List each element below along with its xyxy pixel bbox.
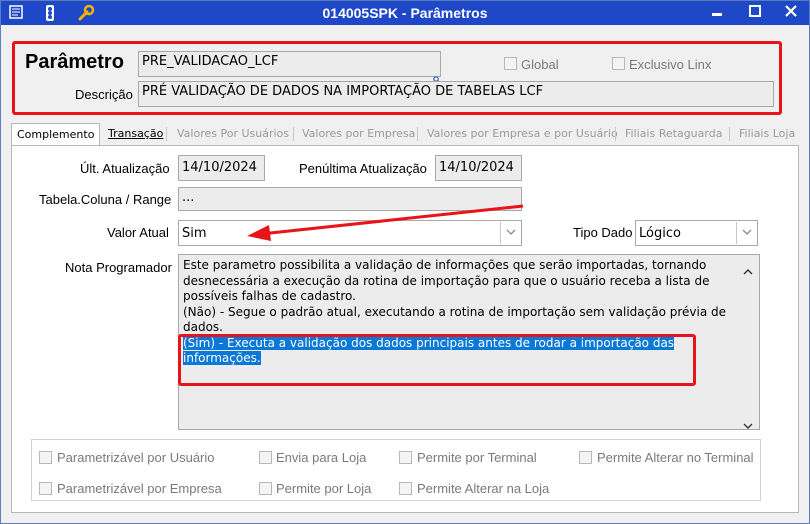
valor-atual-value: Sim [182,226,207,241]
tab-strip: Complemento Transação Valores Por Usuári… [11,123,801,146]
ult-atualizacao-field[interactable]: 14/10/2024 [178,155,265,181]
penultima-atualizacao-label: Penúltima Atualização [299,161,427,176]
header-annotation-box [12,41,782,115]
parametros-window: 014005SPK - Parâmetros Parâmetro PRE_VAL… [0,0,810,524]
permite-por-terminal-checkbox[interactable] [399,451,412,464]
tab-separator [417,127,418,141]
scroll-down-icon[interactable] [743,415,753,429]
tipo-dado-value: Lógico [639,226,681,241]
nota-programador-label: Nota Programador [65,260,172,275]
tab-filiais-loja[interactable]: Filiais Loja [739,123,795,145]
tabela-coluna-label: Tabela.Coluna / Range [39,192,172,207]
tab-separator [293,127,294,141]
close-button[interactable] [781,3,801,23]
permite-alterar-loja-checkbox[interactable] [399,482,412,495]
permite-por-loja-label: Permite por Loja [276,481,372,496]
tab-complemento[interactable]: Complemento [11,123,101,146]
tab-valores-por-empresa[interactable]: Valores por Empresa [302,123,415,145]
permite-por-terminal-label: Permite por Terminal [417,450,537,465]
permite-alterar-terminal-label: Permite Alterar no Terminal [597,450,754,465]
ult-atualizacao-label: Últ. Atualização [80,161,170,176]
scroll-up-icon[interactable] [743,261,753,275]
annotation-arrow [247,204,524,241]
maximize-button[interactable] [745,3,765,23]
tab-filiais-retaguarda[interactable]: Filiais Retaguarda [625,123,722,145]
parametrizavel-usuario-checkbox[interactable] [39,451,52,464]
envia-para-loja-label: Envia para Loja [276,450,367,465]
parametrizavel-usuario-label: Parametrizável por Usuário [57,450,215,465]
title-bar: 014005SPK - Parâmetros [1,1,809,25]
tab-valores-por-usuarios[interactable]: Valores Por Usuários [177,123,289,145]
tab-valores-por-empresa-e-usuario[interactable]: Valores por Empresa e por Usuário [427,123,618,145]
tab-separator [615,127,616,141]
tab-separator [729,127,730,141]
permite-alterar-loja-label: Permite Alterar na Loja [417,481,550,496]
nota-line: Este parametro possibilita a validação d… [183,258,707,272]
parametrizavel-empresa-checkbox[interactable] [39,482,52,495]
nota-line: possíveis falhas de cadastro. [183,289,356,303]
nota-line: (Não) - Segue o padrão atual, executando… [183,304,727,319]
tab-transacao[interactable]: Transação [108,123,163,145]
tab-separator [166,127,167,141]
parametrizavel-empresa-label: Parametrizável por Empresa [57,481,222,496]
nota-annotation-box [178,334,696,386]
permite-alterar-terminal-checkbox[interactable] [579,451,592,464]
envia-para-loja-checkbox[interactable] [259,451,272,464]
valor-atual-label: Valor Atual [107,225,169,240]
minimize-button[interactable] [707,3,727,23]
penultima-atualizacao-field[interactable]: 14/10/2024 [435,155,522,181]
window-title: 014005SPK - Parâmetros [322,5,488,21]
nota-line: desnecessária a execução da rotina de im… [183,273,710,288]
tipo-dado-label: Tipo Dado [573,225,633,240]
permite-por-loja-checkbox[interactable] [259,482,272,495]
chevron-down-icon[interactable] [736,222,757,244]
